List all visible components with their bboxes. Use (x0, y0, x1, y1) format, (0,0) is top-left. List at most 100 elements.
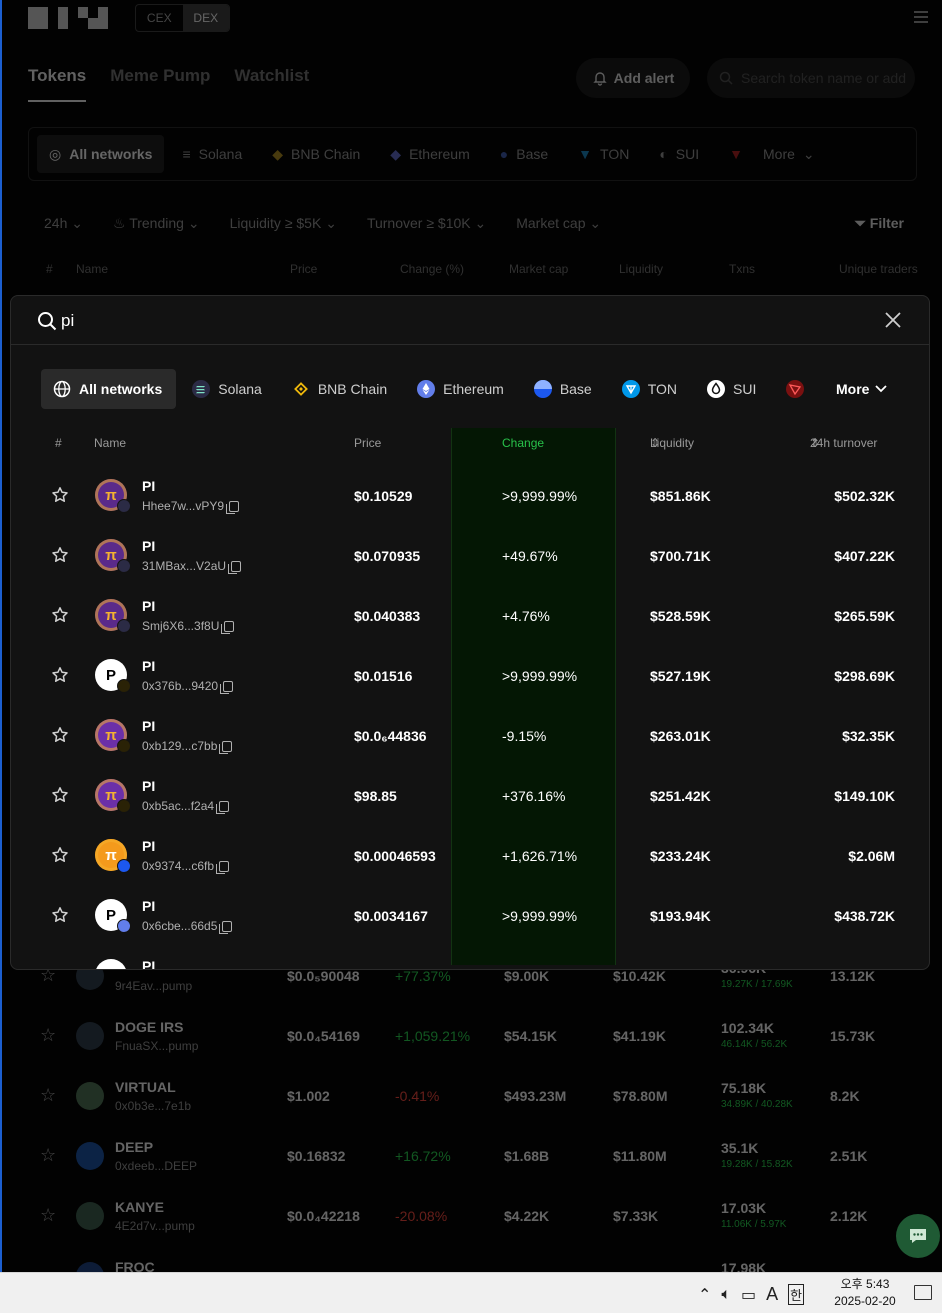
cex-option[interactable]: CEX (136, 5, 183, 31)
clock[interactable]: 오후 5:43 2025-02-20 (826, 1276, 904, 1310)
table-row[interactable]: ☆ KANYE 4E2d7v...pump $0.0₄42218 -20.08%… (2, 1186, 942, 1246)
market-cap-filter[interactable]: Market cap ⌄ (516, 215, 601, 232)
speaker-icon[interactable]: 🔈︎ (721, 1286, 731, 1304)
network-more[interactable]: ▼ More ⌄ (717, 135, 827, 173)
bg-col-price[interactable]: Price (290, 262, 317, 276)
modal-network-more[interactable]: More (803, 369, 913, 409)
star-icon[interactable] (51, 606, 69, 624)
bg-col-mcap[interactable]: Market cap (509, 262, 568, 276)
tab-tokens[interactable]: Tokens (28, 66, 87, 102)
network-ethereum[interactable]: ◆ Ethereum (378, 135, 481, 173)
result-row[interactable]: π PI 0xb129...c7bb $0.0₆44836 -9.15% $263.01K… (11, 706, 929, 766)
copy-icon[interactable] (219, 920, 233, 934)
close-icon[interactable] (885, 312, 901, 328)
star-icon[interactable]: ☆ (40, 1026, 58, 1044)
chat-button[interactable] (896, 1214, 940, 1258)
modal-network-all[interactable]: All networks (41, 369, 177, 409)
result-row[interactable]: π PI 0x9374...c6fb $0.00046593 +1,626.71% $23… (11, 826, 929, 886)
copy-icon[interactable] (216, 860, 230, 874)
bg-col-txns[interactable]: Txns (729, 262, 755, 276)
modal-network-sui-label: SUI (733, 381, 757, 397)
token-name: FROC (115, 1259, 155, 1272)
notification-icon[interactable] (914, 1285, 932, 1300)
token-symbol: PI (142, 958, 156, 970)
network-solana[interactable]: ≡ Solana (170, 135, 254, 173)
result-row[interactable]: P PI (11, 946, 929, 970)
modal-network-solana[interactable]: Solana (180, 369, 276, 409)
network-all-label: All networks (69, 146, 153, 162)
cex-dex-toggle[interactable]: CEX DEX (135, 4, 230, 32)
network-all[interactable]: ◎ All networks (37, 135, 165, 173)
bg-col-traders[interactable]: Unique traders (839, 262, 918, 276)
star-icon[interactable] (51, 666, 69, 684)
modal-network-ton[interactable]: TON (610, 369, 691, 409)
modal-network-base[interactable]: Base (522, 369, 606, 409)
star-icon[interactable]: ☆ (40, 1086, 58, 1104)
network-sui[interactable]: ◐ SUI (647, 135, 711, 173)
menu-icon[interactable] (914, 11, 928, 23)
okx-logo[interactable] (28, 7, 108, 29)
modal-search-input[interactable] (61, 308, 561, 334)
token-address: 0xdeeb...DEEP (115, 1159, 198, 1173)
result-row[interactable]: π PI 31MBax...V2aU $0.070935 +49.67% $700.71K… (11, 526, 929, 586)
token-change: +1,059.21% (395, 1028, 471, 1044)
turnover-filter[interactable]: Turnover ≥ $10K ⌄ (367, 215, 486, 232)
token-change: -0.41% (395, 1088, 440, 1104)
result-row[interactable]: π PI 0xb5ac...f2a4 $98.85 +376.16% $251.42K $1… (11, 766, 929, 826)
clock-date: 2025-02-20 (834, 1294, 896, 1308)
network-bnb[interactable]: ◆ BNB Chain (260, 135, 372, 173)
liquidity-filter[interactable]: Liquidity ≥ $5K ⌄ (230, 215, 337, 232)
copy-icon[interactable] (219, 740, 233, 754)
token-search-input[interactable]: Search token name or add (707, 58, 915, 98)
tab-meme-pump[interactable]: Meme Pump (110, 66, 210, 102)
bg-col-name[interactable]: Name (76, 262, 108, 276)
result-row[interactable]: P PI 0x6cbe...66d5 $0.0034167 >9,999.99% $193… (11, 886, 929, 946)
solana-icon: ≡ (182, 146, 191, 162)
token-liquidity: $700.71K (650, 548, 711, 564)
table-row[interactable]: FROC 17.98K (2, 1246, 942, 1272)
modal-network-bnb[interactable]: BNB Chain (280, 369, 401, 409)
star-icon[interactable]: ☆ (40, 1146, 58, 1164)
filter-button[interactable]: ⏷ Filter (855, 215, 904, 232)
copy-icon[interactable] (221, 620, 235, 634)
add-alert-button[interactable]: Add alert (576, 58, 690, 98)
period-dropdown[interactable]: 24h ⌄ (44, 215, 83, 232)
network-icon[interactable]: ▭ (741, 1285, 756, 1305)
star-icon[interactable] (51, 546, 69, 564)
tab-watchlist[interactable]: Watchlist (234, 66, 309, 102)
trending-dropdown[interactable]: ♨ Trending ⌄ (113, 215, 200, 232)
token-change: +49.67% (502, 548, 558, 564)
network-ton[interactable]: ▼ TON (566, 135, 641, 173)
result-row[interactable]: P PI 0x376b...9420 $0.01516 >9,999.99% $527.1… (11, 646, 929, 706)
table-row[interactable]: ☆ VIRTUAL 0x0b3e...7e1b $1.002 -0.41% $4… (2, 1066, 942, 1126)
modal-network-sui[interactable]: SUI (695, 369, 770, 409)
liquidity-filter-label: Liquidity ≥ $5K (229, 215, 322, 231)
col-change[interactable]: Change (502, 436, 544, 450)
table-row[interactable]: ☆ DOGE IRS FnuaSX...pump $0.0₄54169 +1,0… (2, 1006, 942, 1066)
col-price: Price (354, 436, 382, 450)
ime-korean[interactable]: 한 (788, 1284, 805, 1305)
star-icon[interactable] (51, 906, 69, 924)
star-icon[interactable] (51, 846, 69, 864)
star-icon[interactable] (51, 486, 69, 504)
copy-icon[interactable] (228, 560, 242, 574)
token-change: -20.08% (395, 1208, 448, 1224)
copy-icon[interactable] (226, 500, 240, 514)
ime-mode[interactable]: A (766, 1284, 778, 1305)
dex-option[interactable]: DEX (182, 5, 229, 31)
result-row[interactable]: π PI Smj6X6...3f8U $0.040383 +4.76% $528.59K $… (11, 586, 929, 646)
network-base[interactable]: ● Base (488, 135, 560, 173)
star-icon[interactable]: ☆ (40, 1206, 58, 1224)
result-row[interactable]: π PI Hhee7w...vPY9 $0.10529 >9,999.99% $851.8… (11, 466, 929, 526)
star-icon[interactable] (51, 786, 69, 804)
modal-network-ethereum[interactable]: Ethereum (405, 369, 518, 409)
chevron-up-icon[interactable]: ⌃ (698, 1285, 711, 1305)
copy-icon[interactable] (220, 680, 234, 694)
token-address-text: 31MBax...V2aU (142, 559, 227, 573)
network-filter-bar: ◎ All networks ≡ Solana ◆ BNB Chain ◆ Ethere… (28, 127, 917, 181)
table-row[interactable]: ☆ DEEP 0xdeeb...DEEP $0.16832 +16.72% $1… (2, 1126, 942, 1186)
copy-icon[interactable] (216, 800, 230, 814)
bg-col-liquidity[interactable]: Liquidity (619, 262, 663, 276)
star-icon[interactable] (51, 726, 69, 744)
bg-col-change[interactable]: Change (%) (400, 262, 464, 276)
